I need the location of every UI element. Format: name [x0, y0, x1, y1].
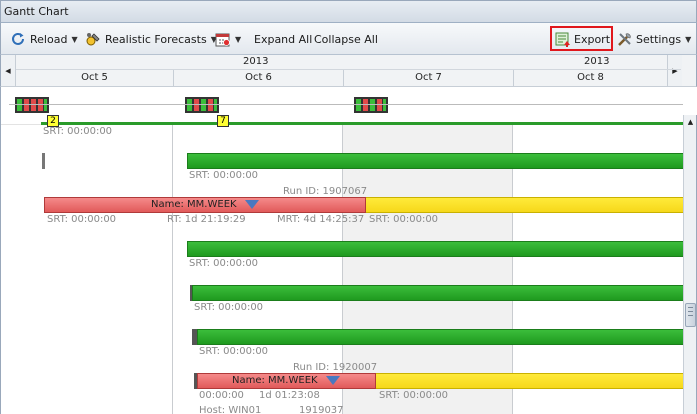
job-name-label: Name: MM.WEEK — [151, 199, 237, 210]
chevron-down-icon: ▼ — [235, 34, 242, 44]
srt-label: SRT: 00:00:00 — [47, 214, 117, 225]
srt-label: SRT: 00:00:00 — [189, 258, 259, 269]
srt-label: 00:00:00 — [199, 390, 244, 401]
host-label: Host: WIN01 — [199, 405, 262, 414]
settings-button[interactable]: Settings ▼ — [617, 30, 691, 48]
run-id-label: Run ID: 1907067 — [283, 186, 368, 197]
day-header-oct8: Oct 8 — [513, 70, 667, 86]
srt-label: SRT: 00:00:00 — [43, 126, 113, 137]
collapse-all-label: Collapse All — [314, 32, 378, 46]
chevron-down-icon: ▼ — [685, 34, 692, 44]
task-bar[interactable] — [197, 329, 683, 345]
task-group-icon — [15, 97, 49, 113]
srt-label: SRT: 00:00:00 — [189, 170, 259, 181]
task-bar[interactable] — [192, 285, 683, 301]
expand-all-button[interactable]: Expand All — [254, 30, 312, 48]
forecast-icon — [86, 33, 100, 46]
scroll-right-button[interactable]: ▶ — [667, 55, 682, 86]
task-bar[interactable] — [187, 241, 683, 257]
summary-progress-line — [41, 122, 683, 125]
year-label: 2013 — [584, 56, 610, 67]
export-button[interactable]: Export — [555, 30, 610, 48]
summary-row: 2 7 — [1, 87, 683, 127]
vertical-scrollbar[interactable]: ▲ — [683, 115, 697, 414]
rt-label: 1d 01:23:08 — [259, 390, 320, 401]
export-label: Export — [574, 32, 611, 46]
triangle-down-icon — [245, 200, 259, 209]
day-header-oct5: Oct 5 — [81, 72, 108, 83]
summary-track — [9, 104, 683, 105]
collapse-all-button[interactable]: Collapse All — [314, 30, 378, 48]
calendar-icon — [215, 33, 230, 47]
day-header-oct7: Oct 7 — [343, 70, 513, 86]
task-bar[interactable] — [187, 153, 683, 169]
count-badge: 7 — [217, 115, 229, 127]
tools-icon — [618, 33, 631, 46]
srt-label: SRT: 00:00:00 — [369, 214, 439, 225]
reload-button[interactable]: Reload ▼ — [10, 30, 78, 48]
day-header-oct6: Oct 6 — [173, 70, 343, 86]
window-title-bar: Gantt Chart — [0, 0, 697, 23]
expand-all-label: Expand All — [254, 32, 313, 46]
mrt-label: MRT: 4d 14:25:37 — [277, 214, 365, 225]
scrollbar-thumb[interactable] — [685, 303, 696, 327]
job-name-label: Name: MM.WEEK — [232, 375, 318, 386]
srt-label: SRT: 00:00:00 — [194, 302, 264, 313]
realistic-forecasts-label: Realistic Forecasts — [105, 32, 207, 46]
run-id-label: 1919037 — [299, 405, 344, 414]
task-marker[interactable] — [42, 153, 45, 169]
export-icon — [555, 32, 570, 47]
task-group-icon — [185, 97, 219, 113]
calendar-menu-button[interactable]: ▼ — [215, 30, 241, 48]
task-bar-forecast[interactable] — [376, 373, 683, 389]
scroll-up-button[interactable]: ▲ — [684, 115, 697, 129]
timescale-header: ◀ ▶ 2013 2013 Oct 5 Oct 6 Oct 7 Oct 8 — [0, 55, 697, 87]
srt-label: SRT: 00:00:00 — [379, 390, 449, 401]
window-title: Gantt Chart — [4, 5, 69, 18]
year-label: 2013 — [243, 56, 269, 67]
toolbar: Reload ▼ Realistic Forecasts ▼ ▼ Expand … — [0, 23, 697, 55]
srt-label: SRT: 00:00:00 — [199, 346, 269, 357]
run-id-label: Run ID: 1920007 — [293, 362, 378, 373]
reload-icon — [12, 32, 24, 45]
scroll-left-button[interactable]: ◀ — [1, 55, 16, 86]
task-group-icon — [354, 97, 388, 113]
realistic-forecasts-button[interactable]: Realistic Forecasts ▼ — [85, 30, 217, 48]
gantt-body[interactable]: 2 7 SRT: 00:00:00 SRT: 00:00:00 Run ID: … — [0, 87, 683, 414]
rt-label: RT: 1d 21:19:29 — [167, 214, 246, 225]
task-bar-forecast[interactable] — [366, 197, 683, 213]
day-divider — [172, 87, 173, 414]
reload-label: Reload — [30, 32, 68, 46]
settings-label: Settings — [636, 32, 682, 46]
triangle-down-icon — [326, 376, 340, 385]
chevron-down-icon: ▼ — [71, 34, 78, 44]
